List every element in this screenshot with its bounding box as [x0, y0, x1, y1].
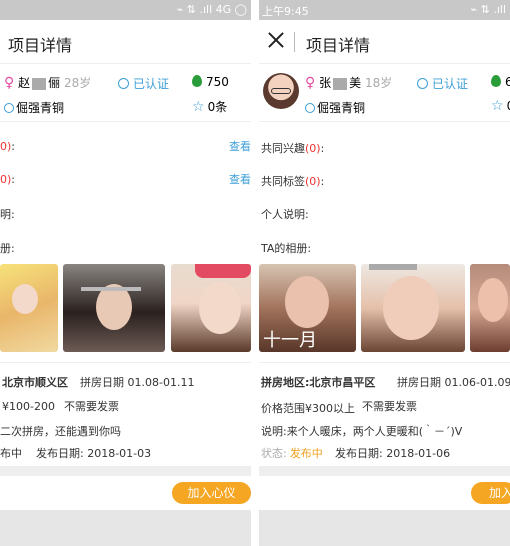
header: 项目详情	[0, 20, 251, 64]
close-icon[interactable]	[265, 28, 287, 54]
status-indicators: ⌁ ⇅ .ıll 4G ◯	[176, 3, 247, 16]
page-title: 项目详情	[306, 36, 371, 55]
star-icon: ☆	[491, 98, 504, 114]
album-photo[interactable]	[470, 264, 510, 352]
trip-price: 价格范围¥300以上	[261, 402, 355, 415]
trip-invoice: 不需要发票	[362, 400, 417, 413]
join-button[interactable]: 加入	[471, 482, 510, 504]
right-screenshot: 上午9:45 ⌁ ⇅ .ıll 项目详情 ♀ 张美 18岁 已认证 6 倔强青铜…	[259, 0, 510, 546]
divider	[259, 466, 510, 476]
medal-rank: 倔强青铜	[305, 99, 365, 116]
album-photo[interactable]	[0, 264, 58, 352]
album-photo[interactable]	[361, 264, 465, 352]
separator	[251, 0, 259, 546]
page-title: 项目详情	[8, 36, 73, 55]
trip-area: 北京市顺义区	[2, 376, 68, 389]
divider	[259, 121, 510, 122]
verified-icon	[118, 78, 129, 89]
avatar[interactable]	[263, 73, 299, 109]
star-count: ☆0	[491, 98, 510, 114]
points: 6	[491, 75, 510, 89]
tag-row: 0):	[0, 173, 16, 186]
left-screenshot: ⌁ ⇅ .ıll 4G ◯ 项目详情 ♀ 赵俪 28岁 已认证 750 倔强青铜…	[0, 0, 251, 546]
trip-area: 拼房地区:北京市昌平区	[261, 376, 376, 389]
divider	[0, 121, 251, 122]
interest-row: 共同兴趣(0):	[261, 142, 325, 155]
verified-badge: 已认证	[118, 75, 169, 92]
album-photo[interactable]	[171, 264, 251, 352]
footer	[0, 510, 251, 546]
verified-icon	[417, 78, 428, 89]
drop-icon	[192, 75, 202, 87]
interest-row: 0):	[0, 140, 16, 153]
trip-publish: 发布日期: 2018-01-03	[36, 447, 152, 460]
medal-rank: 倔强青铜	[4, 99, 64, 116]
medal-icon	[4, 103, 14, 113]
album-photo[interactable]: 十一月	[259, 264, 356, 352]
trip-price: ¥100-200	[2, 400, 55, 413]
trip-description: 二次拼房，还能遇到你吗	[0, 425, 121, 438]
cap	[195, 264, 251, 278]
age: 18岁	[364, 76, 393, 90]
points: 750	[192, 75, 229, 89]
drop-icon	[491, 75, 501, 87]
album-row: TA的相册:	[261, 242, 312, 255]
age: 28岁	[63, 76, 92, 90]
view-link-tags[interactable]: 查看	[229, 171, 251, 187]
blur-bar	[81, 287, 141, 291]
divider	[294, 32, 295, 52]
verified-badge: 已认证	[417, 75, 468, 92]
description-row: 明:	[0, 208, 15, 221]
trip-publish: 发布日期: 2018-01-06	[335, 447, 451, 460]
star-count: ☆ 0条	[192, 99, 228, 115]
female-icon: ♀	[305, 75, 316, 91]
blurred-name	[32, 77, 47, 90]
trip-description: 说明:来个人暖床，两个人更暖和(｀－´)V	[261, 425, 463, 438]
trip-date: 拼房日期 01.08-01.11	[80, 376, 195, 389]
status-bar: ⌁ ⇅ .ıll 4G ◯	[0, 0, 251, 20]
trip-state: 状态: 发布中	[261, 447, 323, 460]
album-photo[interactable]	[63, 264, 165, 352]
user-name-age: ♀ 张美 18岁	[305, 75, 393, 91]
divider	[0, 362, 251, 363]
blurred-name	[333, 77, 348, 90]
photo-caption: 十一月	[263, 330, 317, 351]
view-link-interests[interactable]: 查看	[229, 138, 251, 154]
medal-icon	[305, 103, 315, 113]
star-icon: ☆	[192, 99, 205, 115]
header: 项目详情	[259, 20, 510, 64]
status-time: 上午9:45	[262, 5, 309, 18]
blur-bar	[369, 264, 417, 270]
tag-row: 共同标签(0):	[261, 175, 325, 188]
album-row: 册:	[0, 242, 15, 255]
female-icon: ♀	[4, 75, 15, 91]
trip-state: 布中	[0, 447, 22, 460]
footer	[259, 510, 510, 546]
user-name-age: ♀ 赵俪 28岁	[4, 75, 92, 91]
trip-invoice: 不需要发票	[64, 400, 119, 413]
join-button[interactable]: 加入心仪	[172, 482, 251, 504]
status-bar: 上午9:45 ⌁ ⇅ .ıll	[259, 0, 510, 20]
status-indicators: ⌁ ⇅ .ıll	[470, 3, 507, 16]
trip-date: 拼房日期 01.06-01.09	[397, 376, 510, 389]
divider	[0, 466, 251, 476]
description-row: 个人说明:	[261, 208, 309, 221]
divider	[259, 362, 510, 363]
